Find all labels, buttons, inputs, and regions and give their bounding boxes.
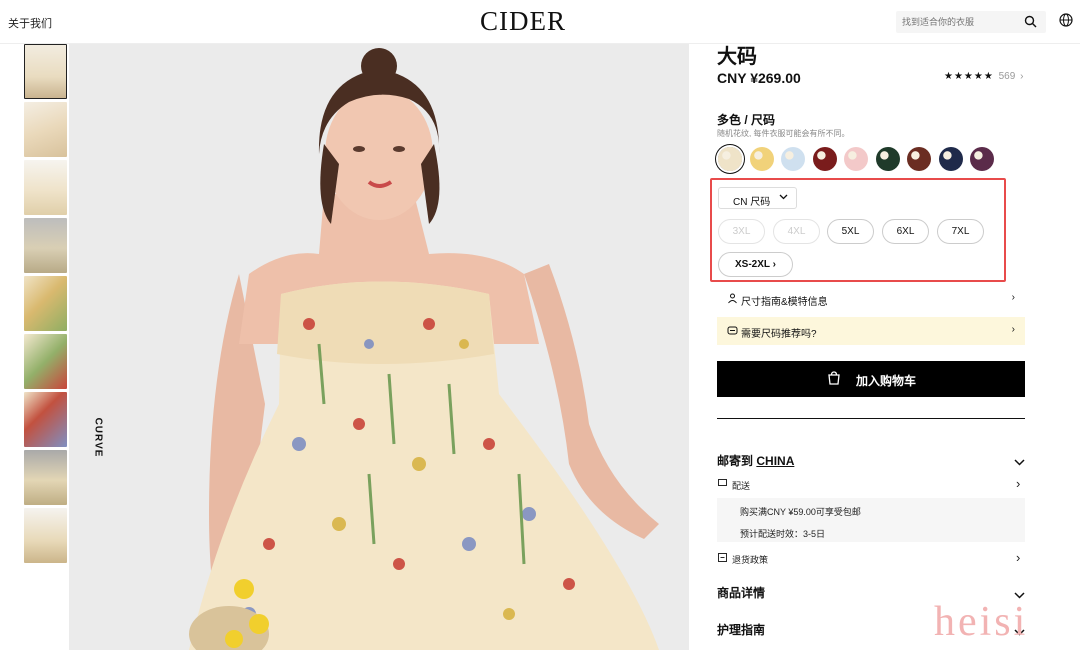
color-swatch[interactable] [749, 147, 774, 171]
return-icon [718, 553, 727, 564]
shopping-bag-icon [827, 371, 841, 388]
size-range-link[interactable]: XS-2XL › [718, 252, 793, 277]
thumbnail[interactable] [24, 508, 67, 563]
thumbnail-list [24, 44, 68, 566]
size-option-4xl[interactable]: 4XL [773, 219, 820, 244]
chevron-down-icon [779, 192, 788, 204]
color-swatch[interactable] [844, 147, 868, 171]
color-swatch[interactable] [718, 147, 742, 171]
cider-logo[interactable]: CIDER [480, 6, 566, 37]
chevron-right-icon[interactable]: › [1016, 476, 1020, 491]
thumbnail[interactable] [24, 160, 67, 215]
size-range-label: XS-2XL [735, 259, 770, 270]
size-recommend-label: 需要尺码推荐吗? [741, 329, 817, 340]
model-illustration [69, 44, 689, 650]
thumbnail[interactable] [24, 276, 67, 331]
thumbnail[interactable] [24, 102, 67, 157]
rating-stars: ★★★★★ [944, 71, 994, 82]
size-option-6xl[interactable]: 6XL [882, 219, 929, 244]
chevron-right-icon[interactable]: › [1016, 550, 1020, 565]
chevron-right-icon: › [1011, 292, 1015, 303]
delivery-label: 配送 [732, 481, 751, 491]
color-swatch[interactable] [970, 147, 994, 171]
search-icon[interactable] [1024, 15, 1037, 33]
size-system-label: CN 尺码 [733, 197, 771, 208]
ship-country-link[interactable]: CHINA [756, 454, 794, 468]
product-title: 大码 [717, 46, 757, 68]
color-swatch[interactable] [812, 147, 837, 171]
delivery-eta: 预计配送时效：3-5日 [740, 529, 826, 539]
rating-count: 569 [998, 71, 1016, 82]
size-recommend-row[interactable]: 需要尺码推荐吗? › [717, 317, 1025, 345]
curve-label: CURVE [92, 417, 104, 458]
ruler-person-icon [727, 293, 738, 307]
ship-to-prefix: 邮寄到 [717, 454, 754, 468]
divider [717, 418, 1025, 419]
thumbnail[interactable] [24, 450, 67, 505]
color-size-label: 多色 / 尺码 [717, 113, 776, 127]
globe-icon[interactable] [1059, 13, 1073, 32]
add-to-cart-label: 加入购物车 [856, 374, 917, 388]
product-price: CNY ¥269.00 [717, 70, 801, 86]
color-note: 随机花纹, 每件衣服可能会有所不同。 [717, 129, 850, 138]
thumbnail[interactable] [24, 334, 67, 389]
color-swatch[interactable] [875, 147, 900, 171]
size-system-select[interactable]: CN 尺码 [718, 187, 797, 209]
product-main-image[interactable] [69, 44, 689, 650]
color-swatches [718, 147, 1002, 171]
search-bar[interactable] [896, 11, 1046, 33]
top-header: 关于我们 CIDER [0, 0, 1080, 44]
size-guide-row[interactable]: 尺寸指南&模特信息 › [717, 285, 1025, 313]
free-shipping-text: 购买满CNY ¥59.00可享受包邮 [740, 507, 861, 517]
color-swatch[interactable] [938, 147, 963, 171]
add-to-cart-button[interactable]: 加入购物车 [717, 361, 1025, 397]
size-option-3xl[interactable]: 3XL [718, 219, 765, 244]
product-details-heading[interactable]: 商品详情 [717, 584, 765, 601]
chevron-down-icon[interactable] [1014, 454, 1025, 472]
color-swatch[interactable] [907, 147, 931, 171]
care-guide-heading[interactable]: 护理指南 [717, 621, 765, 638]
size-option-5xl[interactable]: 5XL [827, 219, 874, 244]
chevron-right-icon: › [1011, 324, 1015, 335]
about-us-link[interactable]: 关于我们 [8, 15, 52, 31]
watermark: heisi [934, 599, 1029, 645]
thumbnail[interactable] [24, 218, 67, 273]
color-swatch[interactable] [781, 147, 805, 171]
tape-icon [727, 325, 738, 339]
chevron-right-icon: › [772, 259, 776, 270]
search-input[interactable] [902, 14, 1014, 30]
size-option-7xl[interactable]: 7XL [937, 219, 984, 244]
chevron-right-icon: › [1020, 71, 1024, 82]
ship-to-heading[interactable]: 邮寄到 CHINA [717, 452, 794, 469]
rating[interactable]: ★★★★★ 569 › [944, 71, 1023, 82]
size-guide-label: 尺寸指南&模特信息 [741, 297, 828, 308]
delivery-truck-icon [718, 478, 727, 489]
thumbnail[interactable] [24, 392, 67, 447]
thumbnail[interactable] [24, 44, 67, 99]
returns-label[interactable]: 退货政策 [732, 553, 768, 566]
